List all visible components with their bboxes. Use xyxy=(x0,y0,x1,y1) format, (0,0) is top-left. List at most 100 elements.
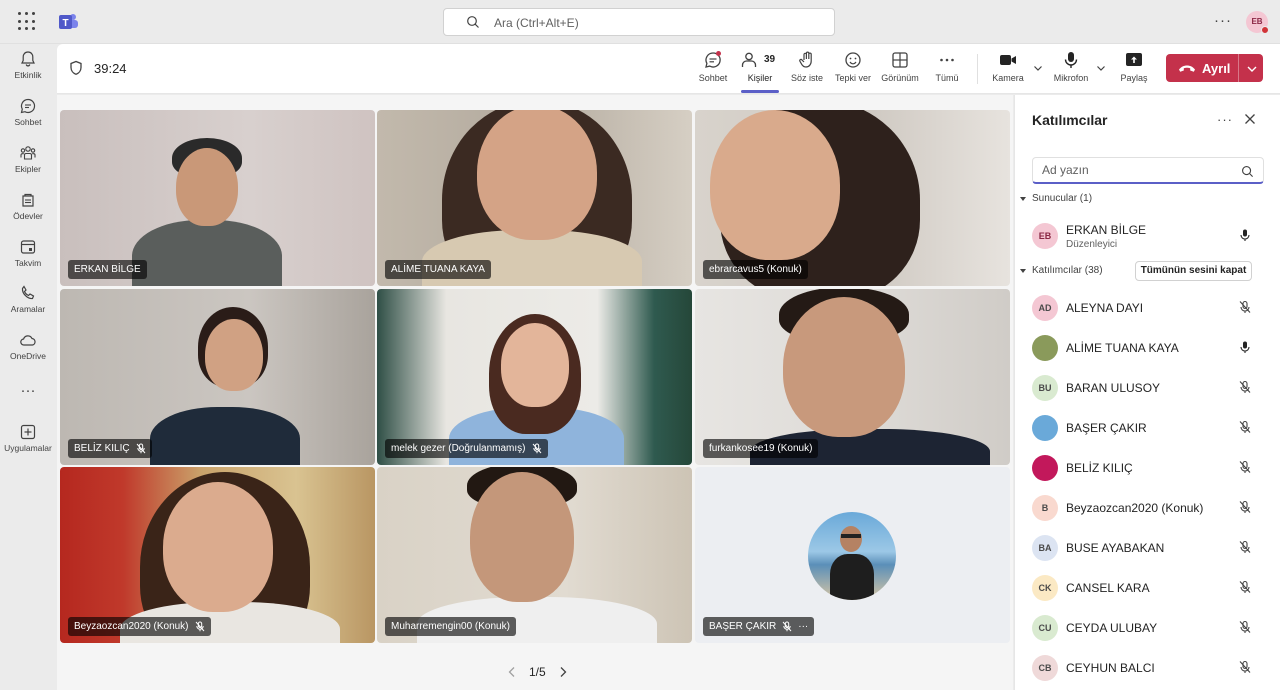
video-tile[interactable]: BAŞER ÇAKIR ··· xyxy=(695,467,1010,643)
close-icon[interactable] xyxy=(1244,113,1256,125)
video-tile[interactable]: furkankosee19 (Konuk) xyxy=(695,289,1010,465)
tile-name-tag: ebrarcavus5 (Konuk) xyxy=(703,260,808,279)
settings-more-icon[interactable]: ··· xyxy=(1214,12,1232,29)
rail-item-apps[interactable]: Uygulamalar xyxy=(0,423,56,453)
participant-row[interactable]: BU BARAN ULUSOY xyxy=(1015,368,1280,408)
panel-more-button[interactable]: ··· xyxy=(1217,112,1233,127)
share-button[interactable]: Paylaş xyxy=(1111,50,1157,83)
tile-more-button[interactable]: ··· xyxy=(798,617,808,636)
leave-button[interactable]: Ayrıl xyxy=(1166,54,1263,82)
mic-off-icon xyxy=(1239,500,1251,513)
view-button[interactable]: Görünüm xyxy=(877,50,923,83)
participant-row[interactable]: B Beyzaozcan2020 (Konuk) xyxy=(1015,488,1280,528)
chevron-left-icon[interactable] xyxy=(507,666,517,678)
avatar-face xyxy=(840,526,862,552)
panel-title: Katılımcılar xyxy=(1032,112,1108,128)
video-tile[interactable]: ERKAN BİLGE xyxy=(60,110,375,286)
profile-avatar[interactable]: EB xyxy=(1246,11,1269,34)
video-tile[interactable]: Beyzaozcan2020 (Konuk) xyxy=(60,467,375,643)
avatar: CB xyxy=(1032,655,1058,681)
search-icon xyxy=(1242,166,1254,178)
presenter-row[interactable]: EB ERKAN BİLGE Düzenleyici xyxy=(1015,216,1280,256)
participant-row[interactable]: CK CANSEL KARA xyxy=(1015,568,1280,608)
mic-off-icon xyxy=(136,443,145,454)
mic-options-chevron-icon[interactable] xyxy=(1095,62,1107,74)
participant-face xyxy=(176,148,238,226)
rail-item-teams[interactable]: Ekipler xyxy=(0,144,56,174)
mic-label: Mikrofon xyxy=(1053,73,1089,83)
participant-row[interactable]: CU CEYDA ULUBAY xyxy=(1015,608,1280,648)
video-tile[interactable]: Muharremengin00 (Konuk) xyxy=(377,467,692,643)
chat-icon xyxy=(705,51,721,68)
video-tile[interactable]: ebrarcavus5 (Konuk) xyxy=(695,110,1010,286)
raise-hand-button[interactable]: Söz iste xyxy=(784,50,830,83)
mic-button[interactable]: Mikrofon xyxy=(1048,50,1094,83)
participant-row[interactable]: CB CEYHUN BALCI xyxy=(1015,648,1280,688)
participant-count: 39 xyxy=(764,54,776,65)
participant-row[interactable]: BELİZ KILIÇ xyxy=(1015,448,1280,488)
bell-icon xyxy=(21,51,35,67)
chat-button[interactable]: Sohbet xyxy=(690,50,736,83)
presenters-section-header[interactable]: Sunucular (1) xyxy=(1019,193,1092,204)
microphone-icon xyxy=(1064,52,1078,68)
rail-item-chat[interactable]: Sohbet xyxy=(0,97,56,127)
video-tile[interactable]: BELİZ KILIÇ xyxy=(60,289,375,465)
attendees-header-label: Katılımcılar (38) xyxy=(1032,265,1103,276)
camera-button[interactable]: Kamera xyxy=(985,50,1031,83)
leave-main-button[interactable]: Ayrıl xyxy=(1166,54,1236,82)
react-button[interactable]: Tepki ver xyxy=(830,50,876,83)
participant-face xyxy=(710,110,840,260)
rail-item-onedrive[interactable]: OneDrive xyxy=(0,331,56,361)
rail-item-assignments[interactable]: Ödevler xyxy=(0,191,56,221)
participant-search-field[interactable] xyxy=(1032,157,1264,184)
chevron-down-icon xyxy=(1247,66,1257,72)
search-placeholder: Ara (Ctrl+Alt+E) xyxy=(494,16,579,30)
leave-options-button[interactable] xyxy=(1238,54,1263,82)
mic-off-icon xyxy=(532,443,541,454)
share-label: Paylaş xyxy=(1120,73,1148,83)
video-tile[interactable]: ALİME TUANA KAYA xyxy=(377,110,692,286)
participant-row[interactable]: BA BUSE AYABAKAN xyxy=(1015,528,1280,568)
camera-options-chevron-icon[interactable] xyxy=(1032,62,1044,74)
participant-mic-status xyxy=(1238,300,1252,319)
tile-name-tag: Beyzaozcan2020 (Konuk) xyxy=(68,617,211,636)
participant-name: ALEYNA DAYI xyxy=(1066,301,1144,315)
tile-name-tag: melek gezer (Doğrulanmamış) xyxy=(385,439,548,458)
participant-row[interactable]: AD ALEYNA DAYI xyxy=(1015,288,1280,328)
avatar xyxy=(1032,335,1058,361)
chevron-right-icon[interactable] xyxy=(558,666,568,678)
participant-row[interactable]: BAŞER ÇAKIR xyxy=(1015,408,1280,448)
people-button[interactable]: 39 Kişiler xyxy=(737,50,783,93)
rail-label: Ödevler xyxy=(13,211,43,221)
video-stage: ERKAN BİLGE ALİME TUANA KAYA ebrarcavus5… xyxy=(57,95,1013,690)
mute-all-button[interactable]: Tümünün sesini kapat xyxy=(1135,261,1252,281)
rail-label: Uygulamalar xyxy=(4,443,52,453)
rail-item-calls[interactable]: Aramalar xyxy=(0,284,56,314)
toolbar-divider xyxy=(977,54,978,84)
more-icon xyxy=(940,58,954,62)
participant-body xyxy=(150,407,300,465)
participant-row[interactable]: ALİME TUANA KAYA xyxy=(1015,328,1280,368)
participant-mic-status xyxy=(1238,500,1252,519)
meeting-toolbar: 39:24 Sohbet 39 Kişiler Söz iste Tepki v… xyxy=(57,44,1280,94)
mic-off-icon xyxy=(1239,420,1251,433)
participant-search-input[interactable] xyxy=(1042,163,1232,177)
attendees-section-header[interactable]: Katılımcılar (38) xyxy=(1019,265,1103,276)
participant-name: ALİME TUANA KAYA xyxy=(1066,341,1179,355)
app-launcher-icon[interactable] xyxy=(18,12,38,32)
mic-on-icon xyxy=(1240,341,1250,353)
video-tile[interactable]: melek gezer (Doğrulanmamış) xyxy=(377,289,692,465)
participant-role: Düzenleyici xyxy=(1066,239,1118,250)
add-apps-icon xyxy=(20,424,36,440)
tile-name-tag: ERKAN BİLGE xyxy=(68,260,147,279)
search-box[interactable]: Ara (Ctrl+Alt+E) xyxy=(443,8,835,36)
participant-mic-status xyxy=(1238,580,1252,599)
tile-name: ebrarcavus5 (Konuk) xyxy=(709,264,802,275)
meeting-timer: 39:24 xyxy=(94,61,127,76)
participant-body xyxy=(132,220,282,286)
more-actions-button[interactable]: Tümü xyxy=(924,50,970,83)
rail-item-calendar[interactable]: Takvim xyxy=(0,238,56,268)
rail-more-button[interactable]: ··· xyxy=(0,382,56,399)
rail-item-activity[interactable]: Etkinlik xyxy=(0,50,56,80)
mic-off-icon xyxy=(1239,300,1251,313)
